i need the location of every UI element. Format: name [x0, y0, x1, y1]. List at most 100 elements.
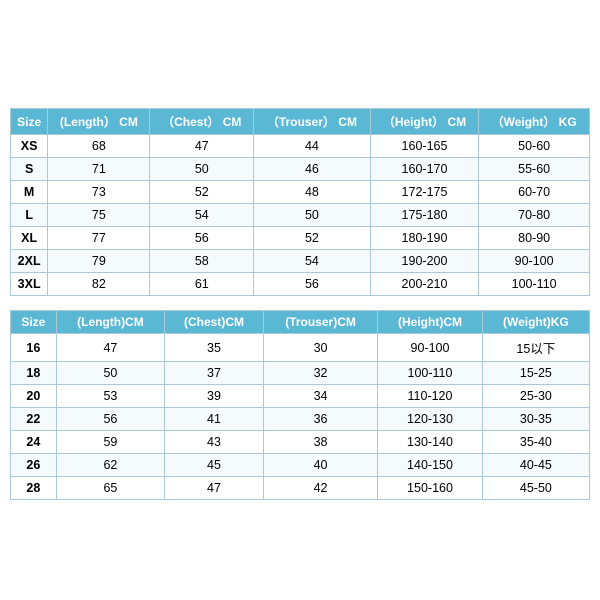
table-cell: 79	[48, 250, 150, 273]
table-cell: 54	[150, 204, 254, 227]
table-cell: 54	[254, 250, 371, 273]
table-cell: 56	[56, 408, 164, 431]
table-cell: 47	[150, 135, 254, 158]
table-cell: 30	[263, 334, 377, 362]
adult-section: Size(Length） CM（Chest） CM（Trouser） CM（He…	[10, 98, 590, 296]
table-cell: 110-120	[378, 385, 483, 408]
children-header-row: Size(Length)CM(Chest)CM(Trouser)CM(Heigh…	[11, 311, 590, 334]
table-cell: 41	[165, 408, 264, 431]
table-cell: 90-100	[378, 334, 483, 362]
table-cell: 38	[263, 431, 377, 454]
table-cell: 15-25	[482, 362, 589, 385]
table-cell: 56	[254, 273, 371, 296]
table-cell: 150-160	[378, 477, 483, 500]
table-cell: 46	[254, 158, 371, 181]
table-cell: 82	[48, 273, 150, 296]
table-cell: 70-80	[479, 204, 590, 227]
table-cell: 39	[165, 385, 264, 408]
table-row: 22564136120-13030-35	[11, 408, 590, 431]
table-cell: 35	[165, 334, 264, 362]
table-cell: 180-190	[370, 227, 479, 250]
table-cell: 172-175	[370, 181, 479, 204]
table-row: 3XL826156200-210100-110	[11, 273, 590, 296]
table-cell: 160-165	[370, 135, 479, 158]
table-cell: 52	[150, 181, 254, 204]
table-cell: 71	[48, 158, 150, 181]
table-cell: 50	[254, 204, 371, 227]
adult-col-header: (Length） CM	[48, 109, 150, 135]
table-cell: L	[11, 204, 48, 227]
adult-col-header: （Chest） CM	[150, 109, 254, 135]
table-row: L755450175-18070-80	[11, 204, 590, 227]
table-row: S715046160-17055-60	[11, 158, 590, 181]
table-cell: 55-60	[479, 158, 590, 181]
table-cell: M	[11, 181, 48, 204]
table-cell: 24	[11, 431, 57, 454]
children-section: Size(Length)CM(Chest)CM(Trouser)CM(Heigh…	[10, 300, 590, 500]
table-row: 20533934110-12025-30	[11, 385, 590, 408]
table-cell: 42	[263, 477, 377, 500]
table-cell: 56	[150, 227, 254, 250]
table-cell: 28	[11, 477, 57, 500]
table-cell: 100-110	[479, 273, 590, 296]
table-cell: 65	[56, 477, 164, 500]
table-row: 26624540140-15040-45	[11, 454, 590, 477]
table-cell: 200-210	[370, 273, 479, 296]
table-row: 2XL795854190-20090-100	[11, 250, 590, 273]
table-cell: 47	[165, 477, 264, 500]
children-col-header: Size	[11, 311, 57, 334]
table-cell: 2XL	[11, 250, 48, 273]
table-row: M735248172-17560-70	[11, 181, 590, 204]
table-row: XL775652180-19080-90	[11, 227, 590, 250]
table-cell: 77	[48, 227, 150, 250]
table-row: 18503732100-11015-25	[11, 362, 590, 385]
table-cell: XS	[11, 135, 48, 158]
table-cell: 40-45	[482, 454, 589, 477]
table-cell: 73	[48, 181, 150, 204]
table-cell: 35-40	[482, 431, 589, 454]
children-table-header: Size(Length)CM(Chest)CM(Trouser)CM(Heigh…	[11, 311, 590, 334]
table-row: 1647353090-10015以下	[11, 334, 590, 362]
adult-col-header: （Weight） KG	[479, 109, 590, 135]
table-cell: 75	[48, 204, 150, 227]
table-cell: 59	[56, 431, 164, 454]
table-row: XS684744160-16550-60	[11, 135, 590, 158]
table-cell: 32	[263, 362, 377, 385]
children-col-header: (Trouser)CM	[263, 311, 377, 334]
table-cell: 50-60	[479, 135, 590, 158]
table-cell: 90-100	[479, 250, 590, 273]
table-cell: 22	[11, 408, 57, 431]
table-cell: 34	[263, 385, 377, 408]
adult-title	[10, 98, 590, 108]
table-cell: 3XL	[11, 273, 48, 296]
adult-col-header: Size	[11, 109, 48, 135]
table-cell: 16	[11, 334, 57, 362]
table-cell: 25-30	[482, 385, 589, 408]
table-cell: 36	[263, 408, 377, 431]
table-cell: 15以下	[482, 334, 589, 362]
table-cell: 50	[56, 362, 164, 385]
table-cell: 47	[56, 334, 164, 362]
table-cell: 20	[11, 385, 57, 408]
table-cell: 58	[150, 250, 254, 273]
table-cell: 18	[11, 362, 57, 385]
table-cell: 30-35	[482, 408, 589, 431]
table-cell: 50	[150, 158, 254, 181]
children-col-header: (Weight)KG	[482, 311, 589, 334]
children-table-body: 1647353090-10015以下18503732100-11015-2520…	[11, 334, 590, 500]
size-chart-container: Size(Length） CM（Chest） CM（Trouser） CM（He…	[10, 98, 590, 502]
children-col-header: (Chest)CM	[165, 311, 264, 334]
table-cell: 120-130	[378, 408, 483, 431]
adult-table: Size(Length） CM（Chest） CM（Trouser） CM（He…	[10, 108, 590, 296]
table-cell: 48	[254, 181, 371, 204]
children-title	[10, 300, 590, 310]
table-cell: 175-180	[370, 204, 479, 227]
adult-col-header: （Height） CM	[370, 109, 479, 135]
adult-table-body: XS684744160-16550-60S715046160-17055-60M…	[11, 135, 590, 296]
table-cell: S	[11, 158, 48, 181]
table-cell: 160-170	[370, 158, 479, 181]
table-row: 28654742150-16045-50	[11, 477, 590, 500]
table-cell: 45	[165, 454, 264, 477]
table-cell: 130-140	[378, 431, 483, 454]
table-cell: 43	[165, 431, 264, 454]
